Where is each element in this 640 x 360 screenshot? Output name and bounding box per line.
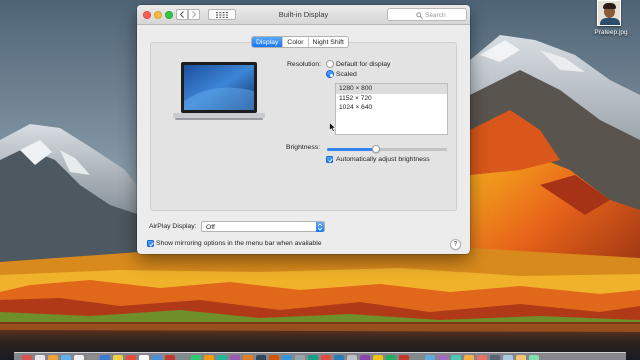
dock-app-icon[interactable] <box>477 354 487 360</box>
dock-app-icon[interactable] <box>516 354 526 360</box>
dock-app-icon[interactable] <box>425 354 435 360</box>
auto-brightness-checkbox[interactable] <box>326 156 333 163</box>
search-icon <box>416 12 423 19</box>
dock-app-icon[interactable] <box>451 354 461 360</box>
resolution-option-1152x720[interactable]: 1152 × 720 <box>336 94 447 104</box>
resolution-option-1024x640[interactable]: 1024 × 640 <box>336 103 447 113</box>
checkmark-icon <box>327 158 333 163</box>
dock-app-icon[interactable] <box>360 354 370 360</box>
title-bar[interactable]: Built-in Display Search <box>137 5 470 25</box>
dock-app-icon[interactable] <box>256 354 266 360</box>
dock-app-icon[interactable] <box>165 354 175 360</box>
forward-button[interactable] <box>188 9 200 20</box>
search-placeholder: Search <box>425 11 446 19</box>
display-preferences-window: Built-in Display Search Display Color Ni… <box>137 5 470 254</box>
brightness-slider[interactable] <box>327 145 447 153</box>
mouse-cursor-icon <box>329 122 336 132</box>
dock-app-icon[interactable] <box>308 354 318 360</box>
dock-app-icon[interactable] <box>113 354 123 360</box>
grid-icon <box>216 11 228 18</box>
dock-app-icon[interactable] <box>100 354 110 360</box>
airplay-display-popup[interactable]: Off <box>201 221 325 232</box>
tab-bar: Display Color Night Shift <box>251 36 349 48</box>
airplay-display-value: Off <box>206 223 215 231</box>
dock-app-icon[interactable] <box>139 354 149 360</box>
dock-app-icon[interactable] <box>347 354 357 360</box>
minimize-window-button[interactable] <box>154 11 162 19</box>
back-button[interactable] <box>176 9 188 20</box>
dock-app-icon[interactable] <box>321 354 331 360</box>
dock-app-icon[interactable] <box>22 354 32 360</box>
scaled-radio[interactable] <box>326 70 334 78</box>
dock-app-icon[interactable] <box>438 354 448 360</box>
resolution-label: Resolution: <box>287 61 322 68</box>
popup-arrows-icon <box>316 222 324 232</box>
laptop-image <box>173 62 265 120</box>
tab-color[interactable]: Color <box>282 37 307 47</box>
tab-display[interactable]: Display <box>252 37 283 47</box>
help-button[interactable]: ? <box>450 239 461 250</box>
chevron-right-icon <box>192 11 197 18</box>
dock-app-icon[interactable] <box>529 354 539 360</box>
image-file-icon <box>597 0 621 26</box>
dock <box>14 352 626 360</box>
brightness-knob[interactable] <box>372 145 381 153</box>
brightness-fill <box>327 148 377 151</box>
dock-app-icon[interactable] <box>464 354 474 360</box>
dock-app-icon[interactable] <box>295 354 305 360</box>
dock-app-icon[interactable] <box>87 354 97 360</box>
brightness-label: Brightness: <box>286 144 321 151</box>
dock-app-icon[interactable] <box>386 354 396 360</box>
dock-app-icon[interactable] <box>178 354 188 360</box>
dock-app-icon[interactable] <box>48 354 58 360</box>
dock-app-icon[interactable] <box>204 354 214 360</box>
show-mirroring-checkbox[interactable] <box>147 240 154 247</box>
dock-app-icon[interactable] <box>412 354 422 360</box>
desktop-file-prateep[interactable]: Prateep.jpg <box>588 0 634 40</box>
dock-app-icon[interactable] <box>126 354 136 360</box>
airplay-display-label: AirPlay Display: <box>149 223 197 230</box>
tab-night-shift[interactable]: Night Shift <box>307 37 348 47</box>
dock-app-icon[interactable] <box>503 354 513 360</box>
scaled-label[interactable]: Scaled <box>336 71 357 78</box>
dock-app-icon[interactable] <box>191 354 201 360</box>
close-window-button[interactable] <box>143 11 151 19</box>
dock-app-icon[interactable] <box>399 354 409 360</box>
dock-app-icon[interactable] <box>490 354 500 360</box>
dock-app-icon[interactable] <box>282 354 292 360</box>
show-all-button[interactable] <box>208 9 236 20</box>
zoom-window-button[interactable] <box>165 11 173 19</box>
desktop-file-name: Prateep.jpg <box>594 29 628 36</box>
default-for-display-label[interactable]: Default for display <box>336 61 390 68</box>
show-mirroring-label[interactable]: Show mirroring options in the menu bar w… <box>156 240 321 247</box>
auto-brightness-label[interactable]: Automatically adjust brightness <box>336 156 430 163</box>
dock-app-icon[interactable] <box>334 354 344 360</box>
dock-app-icon[interactable] <box>373 354 383 360</box>
resolution-list[interactable]: 1280 × 800 1152 × 720 1024 × 640 <box>335 83 448 135</box>
dock-app-icon[interactable] <box>74 354 84 360</box>
dock-app-icon[interactable] <box>35 354 45 360</box>
checkmark-icon <box>148 242 154 247</box>
dock-app-icon[interactable] <box>61 354 71 360</box>
dock-app-icon[interactable] <box>152 354 162 360</box>
dock-app-icon[interactable] <box>243 354 253 360</box>
dock-app-icon[interactable] <box>230 354 240 360</box>
default-for-display-radio[interactable] <box>326 60 334 68</box>
resolution-option-1280x800[interactable]: 1280 × 800 <box>336 84 447 94</box>
chevron-left-icon <box>179 11 184 18</box>
dock-app-icon[interactable] <box>217 354 227 360</box>
dock-app-icon[interactable] <box>269 354 279 360</box>
window-title: Built-in Display <box>278 10 329 19</box>
search-field[interactable]: Search <box>387 8 467 21</box>
